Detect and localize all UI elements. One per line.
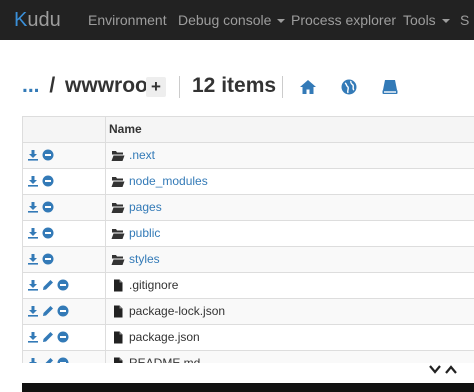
chevron-down-icon [429, 365, 441, 374]
delete-minus-icon[interactable] [57, 331, 69, 343]
folder-open-icon [111, 151, 125, 161]
download-icon[interactable] [27, 305, 39, 317]
download-icon[interactable] [27, 227, 39, 239]
console-pane-edge [22, 383, 474, 392]
row-actions [27, 227, 57, 240]
row-actions [27, 175, 57, 188]
nav-overflow-label: S [460, 12, 470, 28]
table-row: .gitignore [23, 273, 474, 299]
file-name[interactable]: README.md [129, 351, 200, 363]
nav-debug-console[interactable]: Debug console [178, 0, 286, 40]
file-name[interactable]: package-lock.json [129, 299, 225, 324]
file-name[interactable]: .gitignore [129, 273, 178, 298]
file-icon [114, 331, 123, 344]
folder-link[interactable]: .next [129, 143, 155, 168]
expand-collapse-controls[interactable] [428, 362, 472, 378]
row-actions [27, 149, 57, 162]
delete-minus-icon[interactable] [57, 305, 69, 317]
folder-link[interactable]: public [129, 221, 160, 246]
delete-minus-icon[interactable] [42, 201, 54, 213]
row-actions [27, 305, 72, 318]
folder-open-icon [111, 203, 125, 213]
folder-link[interactable]: styles [129, 247, 160, 272]
delete-minus-icon[interactable] [42, 149, 54, 161]
nav-environment-label: Environment [88, 12, 167, 28]
home-icon[interactable] [299, 78, 317, 96]
breadcrumb-current: wwwroot [65, 74, 155, 97]
nav-tools[interactable]: Tools [403, 0, 450, 40]
breadcrumb-separator: / [49, 74, 56, 97]
nav-process-explorer[interactable]: Process explorer [291, 0, 396, 40]
row-actions [27, 357, 72, 363]
table-row: .next [23, 143, 474, 169]
table-row: public [23, 221, 474, 247]
row-actions [27, 279, 72, 292]
add-button[interactable]: + [146, 77, 166, 97]
delete-minus-icon[interactable] [57, 357, 69, 363]
download-icon[interactable] [27, 175, 39, 187]
caret-down-icon [441, 19, 450, 24]
globe-icon[interactable] [340, 78, 358, 96]
download-icon[interactable] [27, 149, 39, 161]
edit-pencil-icon[interactable] [42, 279, 54, 291]
row-actions [27, 331, 72, 344]
download-icon[interactable] [27, 331, 39, 343]
divider [179, 76, 180, 98]
edit-pencil-icon[interactable] [42, 357, 54, 363]
table-header: Name [23, 117, 474, 143]
file-table: Name .next node_modules pages public styles.… [22, 116, 474, 363]
row-actions [27, 201, 57, 214]
file-icon [114, 305, 123, 318]
delete-minus-icon[interactable] [42, 253, 54, 265]
column-header-name[interactable]: Name [109, 117, 142, 142]
divider [282, 76, 283, 98]
breadcrumb: ... / wwwroot [22, 70, 155, 102]
delete-minus-icon[interactable] [57, 279, 69, 291]
nav-process-explorer-label: Process explorer [291, 12, 397, 28]
brand-logo[interactable]: Kudu [14, 8, 61, 32]
table-row: pages [23, 195, 474, 221]
folder-open-icon [111, 229, 125, 239]
nav-overflow-item[interactable]: S [460, 0, 469, 40]
table-row: styles [23, 247, 474, 273]
breadcrumb-parent-link[interactable]: ... [22, 74, 40, 97]
file-name[interactable]: package.json [129, 325, 200, 350]
folder-link[interactable]: node_modules [129, 169, 208, 194]
download-icon[interactable] [27, 201, 39, 213]
brand-text: udu [27, 9, 61, 31]
drive-icon[interactable] [381, 78, 399, 96]
folder-open-icon [111, 177, 125, 187]
table-row: node_modules [23, 169, 474, 195]
delete-minus-icon[interactable] [42, 175, 54, 187]
row-actions [27, 253, 57, 266]
download-icon[interactable] [27, 279, 39, 291]
table-row: package-lock.json [23, 299, 474, 325]
top-navbar: Kudu Environment Debug console Process e… [0, 0, 474, 40]
download-icon[interactable] [27, 357, 39, 363]
chevron-up-icon [445, 365, 457, 374]
folder-open-icon [111, 255, 125, 265]
edit-pencil-icon[interactable] [42, 305, 54, 317]
folder-link[interactable]: pages [129, 195, 162, 220]
brand-k-glyph: K [14, 9, 28, 31]
file-icon [114, 279, 123, 292]
nav-tools-label: Tools [403, 12, 436, 28]
download-icon[interactable] [27, 253, 39, 265]
edit-pencil-icon[interactable] [42, 331, 54, 343]
delete-minus-icon[interactable] [42, 227, 54, 239]
table-row: README.md [23, 351, 474, 363]
table-row: package.json [23, 325, 474, 351]
nav-debug-console-label: Debug console [178, 12, 272, 28]
caret-down-icon [277, 19, 286, 24]
nav-environment[interactable]: Environment [88, 0, 167, 40]
item-count: 12 items [192, 74, 277, 97]
file-icon [114, 357, 123, 363]
column-divider [105, 117, 106, 363]
